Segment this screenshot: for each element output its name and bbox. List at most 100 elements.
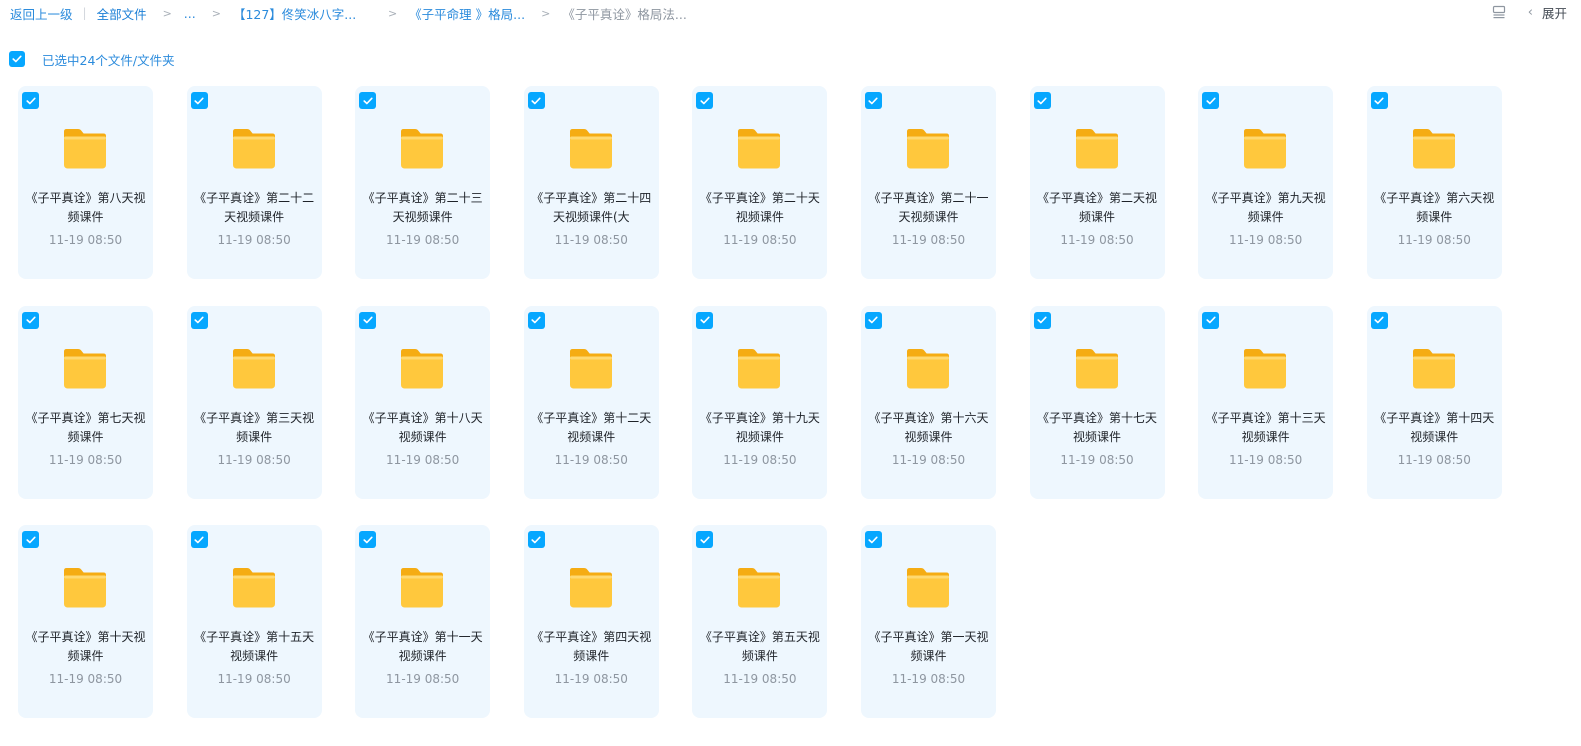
folder-date: 11-19 08:50 — [723, 452, 797, 467]
folder-date: 11-19 08:50 — [891, 452, 966, 467]
folder-card[interactable]: 《子平真诠》第二天视频课件 11-19 08:50 — [1029, 86, 1165, 279]
folder-name[interactable]: 《子平真诠》第十二天视频课件 — [530, 409, 653, 447]
folder-name[interactable]: 《子平真诠》第二天视频课件 — [1036, 189, 1159, 227]
folder-card[interactable]: 《子平真诠》第八天视频课件 11-19 08:50 — [18, 86, 153, 279]
select-all-checkbox[interactable] — [9, 51, 25, 67]
folder-checkbox[interactable] — [190, 531, 208, 548]
folder-name[interactable]: 《子平真诠》第十八天视频课件 — [361, 409, 484, 447]
folder-checkbox[interactable] — [1202, 311, 1220, 329]
folder-name[interactable]: 《子平真诠》第四天视频课件 — [530, 628, 653, 666]
folder-card[interactable]: 《子平真诠》第十二天视频课件 11-19 08:50 — [523, 305, 659, 499]
folder-card[interactable]: 《子平真诠》第十四天视频课件 11-19 08:50 — [1366, 305, 1502, 499]
list-view-icon[interactable] — [1492, 5, 1506, 19]
folder-checkbox[interactable] — [864, 531, 882, 548]
folder-checkbox[interactable] — [22, 92, 39, 109]
folder-card[interactable]: 《子平真诠》第七天视频课件 11-19 08:50 — [18, 305, 153, 499]
checkmark-icon — [1037, 316, 1047, 324]
folder-date: 11-19 08:50 — [554, 452, 628, 467]
folder-date: 11-19 08:50 — [1229, 233, 1303, 247]
folder-card[interactable]: 《子平真诠》第二十二天视频课件 11-19 08:50 — [186, 86, 322, 279]
folder-name[interactable]: 《子平真诠》第十一天视频课件 — [361, 628, 484, 666]
checkmark-icon — [868, 535, 879, 543]
folder-name[interactable]: 《子平真诠》第六天视频课件 — [1373, 189, 1496, 227]
folder-name[interactable]: 《子平真诠》第三天视频课件 — [193, 409, 316, 447]
folder-checkbox[interactable] — [1033, 311, 1051, 329]
folder-card[interactable]: 《子平真诠》第三天视频课件 11-19 08:50 — [186, 305, 322, 499]
folder-checkbox[interactable] — [22, 311, 39, 329]
folder-name[interactable]: 《子平真诠》第二十一天视频课件 — [867, 189, 990, 227]
folder-date: 11-19 08:50 — [217, 672, 291, 686]
breadcrumb-all-files[interactable]: 全部文件 — [97, 4, 147, 23]
folder-name[interactable]: 《子平真诠》第十七天视频课件 — [1036, 409, 1159, 447]
breadcrumb-ellipsis[interactable]: ... — [184, 6, 196, 21]
folder-name[interactable]: 《子平真诠》第十四天视频课件 — [1373, 409, 1496, 447]
folder-name[interactable]: 《子平真诠》第二十二天视频课件 — [193, 189, 316, 227]
folder-icon — [232, 568, 275, 608]
folder-name[interactable]: 《子平真诠》第一天视频课件 — [867, 628, 990, 666]
folder-date: 11-19 08:50 — [386, 452, 460, 467]
folder-checkbox[interactable] — [190, 92, 208, 109]
folder-name[interactable]: 《子平真诠》第十六天视频课件 — [867, 409, 990, 447]
folder-card[interactable]: 《子平真诠》第二十天视频课件 11-19 08:50 — [692, 86, 828, 279]
folder-date: 11-19 08:50 — [1060, 452, 1134, 467]
folder-card[interactable]: 《子平真诠》第十一天视频课件 11-19 08:50 — [355, 525, 491, 718]
folder-card[interactable]: 《子平真诠》第六天视频课件 11-19 08:50 — [1366, 86, 1502, 279]
folder-card[interactable]: 《子平真诠》第二十三天视频课件 11-19 08:50 — [355, 86, 491, 279]
folder-checkbox[interactable] — [190, 311, 208, 329]
folder-card[interactable]: 《子平真诠》第一天视频课件 11-19 08:50 — [860, 525, 996, 718]
folder-checkbox[interactable] — [22, 531, 39, 548]
folder-checkbox[interactable] — [1370, 92, 1388, 109]
folder-card[interactable]: 《子平真诠》第十天视频课件 11-19 08:50 — [18, 525, 153, 718]
folder-checkbox[interactable] — [696, 531, 714, 548]
folder-card[interactable]: 《子平真诠》第十八天视频课件 11-19 08:50 — [355, 305, 491, 499]
checkmark-icon — [25, 96, 36, 104]
file-browser: 返回上一级 | 全部文件 > ... > 【127】佟笑冰八字... > 《子平… — [0, 0, 1581, 746]
folder-name[interactable]: 《子平真诠》第十九天视频课件 — [698, 409, 821, 447]
folder-name[interactable]: 《子平真诠》第十天视频课件 — [24, 628, 147, 666]
breadcrumb-item-2[interactable]: 《子平命理 》格局... — [409, 4, 525, 23]
folder-checkbox[interactable] — [696, 92, 714, 109]
folder-checkbox[interactable] — [1033, 92, 1051, 109]
folder-checkbox[interactable] — [527, 311, 545, 329]
folder-checkbox[interactable] — [359, 531, 377, 548]
folder-name[interactable]: 《子平真诠》第二十三天视频课件 — [361, 189, 484, 227]
folder-checkbox[interactable] — [527, 531, 545, 548]
checkmark-icon — [194, 535, 204, 543]
breadcrumb-item-1[interactable]: 【127】佟笑冰八字... — [233, 4, 372, 23]
folder-name[interactable]: 《子平真诠》第十五天视频课件 — [193, 628, 316, 666]
folder-card[interactable]: 《子平真诠》第九天视频课件 11-19 08:50 — [1198, 86, 1334, 279]
folder-card[interactable]: 《子平真诠》第十三天视频课件 11-19 08:50 — [1198, 305, 1334, 499]
folder-name[interactable]: 《子平真诠》第五天视频课件 — [698, 628, 821, 666]
folder-name[interactable]: 《子平真诠》第二十天视频课件 — [698, 189, 821, 227]
folder-card[interactable]: 《子平真诠》第十九天视频课件 11-19 08:50 — [692, 305, 828, 499]
folder-name[interactable]: 《子平真诠》第二十四天视频课件(大 — [530, 189, 653, 227]
folder-card[interactable]: 《子平真诠》第四天视频课件 11-19 08:50 — [523, 525, 659, 718]
folder-checkbox[interactable] — [696, 311, 714, 329]
checkmark-icon — [531, 316, 541, 324]
folder-date: 11-19 08:50 — [217, 452, 291, 467]
folder-card[interactable]: 《子平真诠》第五天视频课件 11-19 08:50 — [692, 525, 828, 718]
folder-card[interactable]: 《子平真诠》第二十四天视频课件(大 11-19 08:50 — [523, 86, 659, 279]
folder-name[interactable]: 《子平真诠》第八天视频课件 — [24, 189, 147, 227]
folder-checkbox[interactable] — [527, 92, 545, 109]
expand-button[interactable]: 展开 — [1542, 3, 1567, 22]
folder-card[interactable]: 《子平真诠》第十七天视频课件 11-19 08:50 — [1029, 305, 1165, 499]
chevron-left-icon[interactable]: ‹ — [1528, 5, 1533, 20]
folder-date: 11-19 08:50 — [1060, 233, 1134, 247]
folder-checkbox[interactable] — [864, 311, 882, 329]
back-link[interactable]: 返回上一级 — [10, 4, 73, 23]
folder-name[interactable]: 《子平真诠》第十三天视频课件 — [1204, 409, 1327, 447]
folder-card[interactable]: 《子平真诠》第二十一天视频课件 11-19 08:50 — [860, 86, 996, 279]
folder-checkbox[interactable] — [359, 92, 377, 109]
folder-card[interactable]: 《子平真诠》第十五天视频课件 11-19 08:50 — [186, 525, 322, 718]
folder-card[interactable]: 《子平真诠》第十六天视频课件 11-19 08:50 — [860, 305, 996, 499]
folder-checkbox[interactable] — [359, 311, 377, 329]
folder-name[interactable]: 《子平真诠》第七天视频课件 — [24, 409, 147, 447]
folder-checkbox[interactable] — [1370, 311, 1388, 329]
checkmark-icon — [194, 96, 204, 104]
breadcrumb-separator-icon: > — [211, 6, 221, 20]
folder-checkbox[interactable] — [1202, 92, 1220, 109]
folder-name[interactable]: 《子平真诠》第九天视频课件 — [1204, 189, 1327, 227]
checkmark-icon — [1037, 96, 1047, 104]
folder-checkbox[interactable] — [864, 92, 882, 109]
